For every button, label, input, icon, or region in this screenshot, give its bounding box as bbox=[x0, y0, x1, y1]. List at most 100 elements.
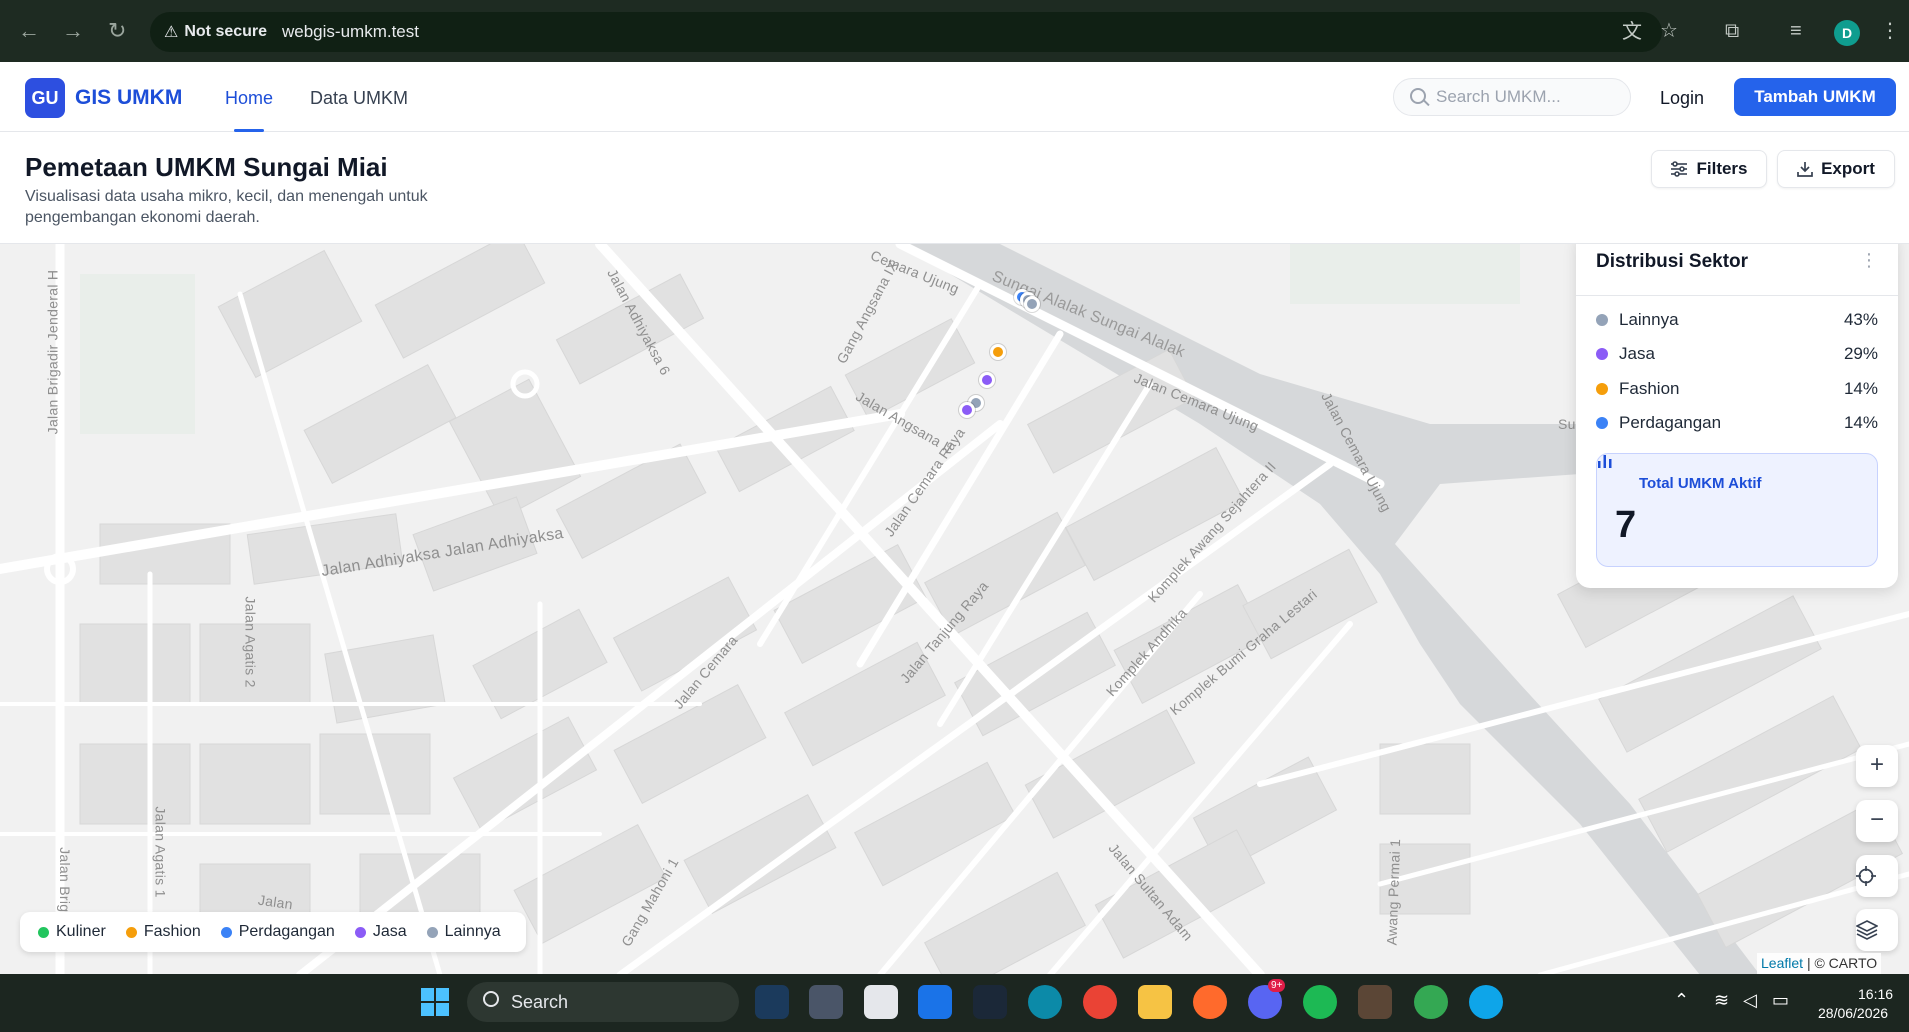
umkm-marker[interactable] bbox=[979, 372, 995, 388]
umkm-marker[interactable] bbox=[990, 344, 1006, 360]
filters-button[interactable]: Filters bbox=[1651, 150, 1767, 188]
sector-percent: 14% bbox=[1843, 413, 1878, 432]
street-label: Su bbox=[1558, 416, 1576, 432]
brand-name[interactable]: GIS UMKM bbox=[75, 86, 182, 110]
url-text[interactable]: webgis-umkm.test bbox=[282, 22, 419, 42]
browser-toolbar: ← → ↻ ⚠ Not secure webgis-umkm.test 文 ☆ … bbox=[0, 0, 1909, 62]
layers-icon bbox=[1856, 920, 1878, 940]
zoom-in-button[interactable]: + bbox=[1856, 745, 1898, 787]
add-umkm-button[interactable]: Tambah UMKM bbox=[1734, 78, 1896, 116]
app-icon[interactable] bbox=[809, 985, 843, 1019]
sector-distribution-panel: Distribusi Sektor ⋮ Lainnya 43% Jasa 29%… bbox=[1576, 244, 1898, 588]
warning-icon: ⚠ bbox=[164, 24, 179, 41]
edge-icon[interactable] bbox=[1028, 985, 1062, 1019]
address-bar[interactable]: ⚠ Not secure webgis-umkm.test 文 ☆ bbox=[150, 12, 1678, 52]
total-value: 7 bbox=[1615, 504, 1637, 546]
security-chip[interactable]: ⚠ Not secure bbox=[164, 21, 267, 43]
sector-row: Fashion 14% bbox=[1596, 378, 1878, 400]
crosshair-icon bbox=[1856, 866, 1876, 886]
park-area bbox=[80, 274, 195, 434]
file-explorer-icon[interactable] bbox=[1138, 985, 1172, 1019]
panel-title: Distribusi Sektor bbox=[1596, 251, 1749, 272]
nav-active-indicator bbox=[234, 129, 264, 132]
sector-row: Perdagangan 14% bbox=[1596, 412, 1878, 434]
taskbar-search[interactable]: Search bbox=[467, 982, 739, 1022]
windows-start-icon[interactable] bbox=[418, 985, 452, 1019]
layers-button[interactable] bbox=[1856, 909, 1898, 951]
divider bbox=[1576, 295, 1898, 296]
map-legend: Kuliner Fashion Perdagangan Jasa Lainnya bbox=[20, 912, 526, 952]
street-label: Jalan Agatis 1 bbox=[152, 806, 169, 898]
umkm-marker[interactable] bbox=[1024, 296, 1040, 312]
legend-item: Jasa bbox=[354, 923, 407, 941]
extensions-icon[interactable]: ⧉ bbox=[1725, 20, 1739, 42]
search-input[interactable] bbox=[1436, 87, 1616, 107]
wifi-icon[interactable]: ≋ bbox=[1714, 990, 1729, 1010]
back-icon[interactable]: ← bbox=[18, 19, 40, 43]
street-label: Jalan Agatis 2 bbox=[242, 596, 259, 688]
discord-icon[interactable]: 9+ bbox=[1248, 979, 1286, 1019]
legend-dot bbox=[354, 926, 366, 938]
export-label: Export bbox=[1821, 159, 1875, 178]
vscode-icon[interactable] bbox=[755, 985, 789, 1019]
sector-percent: 14% bbox=[1843, 379, 1878, 398]
search-icon bbox=[483, 991, 499, 1007]
store-icon[interactable] bbox=[864, 985, 898, 1019]
logo[interactable]: GU bbox=[25, 78, 65, 118]
nav-home[interactable]: Home bbox=[225, 88, 273, 109]
volume-icon[interactable]: ◁ bbox=[1743, 990, 1757, 1010]
sector-percent: 43% bbox=[1843, 310, 1878, 329]
total-umkm-card: Total UMKM Aktif 7 bbox=[1596, 453, 1878, 567]
translate-icon[interactable]: 文 bbox=[1622, 21, 1642, 43]
map-canvas[interactable]: Sungai Alalak Sungai Alalak Jalan Cemara… bbox=[0, 243, 1909, 974]
dropbox-icon[interactable] bbox=[918, 985, 952, 1019]
login-link[interactable]: Login bbox=[1660, 88, 1704, 109]
legend-item: Lainnya bbox=[426, 923, 501, 941]
umkm-marker[interactable] bbox=[959, 402, 975, 418]
forward-icon[interactable]: → bbox=[62, 19, 84, 43]
reload-icon[interactable]: ↻ bbox=[108, 19, 126, 43]
sector-percent: 29% bbox=[1843, 344, 1878, 363]
profile-avatar[interactable]: D bbox=[1834, 20, 1860, 46]
nav-data-umkm[interactable]: Data UMKM bbox=[310, 88, 408, 109]
page-subtitle: Visualisasi data usaha mikro, kecil, dan… bbox=[25, 188, 428, 226]
sector-name: Lainnya bbox=[1619, 310, 1679, 329]
sector-color-dot bbox=[1596, 348, 1608, 360]
panel-menu-icon[interactable]: ⋮ bbox=[1860, 251, 1878, 269]
page-title: Pemetaan UMKM Sungai Miai bbox=[25, 152, 388, 182]
filters-icon bbox=[1671, 161, 1688, 177]
chrome-profile-icon[interactable] bbox=[1414, 985, 1448, 1019]
sector-name: Jasa bbox=[1619, 344, 1655, 363]
locate-button[interactable] bbox=[1856, 855, 1898, 897]
legend-item: Fashion bbox=[125, 923, 201, 941]
zoom-out-button[interactable]: − bbox=[1856, 800, 1898, 842]
app-icon[interactable] bbox=[1469, 985, 1503, 1019]
sector-row: Jasa 29% bbox=[1596, 343, 1878, 365]
app-header: GU GIS UMKM Home Data UMKM Login Tambah … bbox=[0, 62, 1909, 132]
carto-attribution[interactable]: | © CARTO bbox=[1807, 955, 1877, 971]
bookmark-star-icon[interactable]: ☆ bbox=[1660, 20, 1678, 42]
export-button[interactable]: Export bbox=[1777, 150, 1895, 188]
bar-chart-icon bbox=[1598, 455, 1612, 468]
park-area bbox=[1290, 244, 1520, 304]
legend-dot bbox=[125, 926, 137, 938]
firefox-icon[interactable] bbox=[1193, 985, 1227, 1019]
chevron-up-icon[interactable]: ⌃ bbox=[1674, 990, 1689, 1010]
clock-date[interactable]: 28/06/2026 bbox=[1818, 1005, 1888, 1021]
battery-icon[interactable]: ▭ bbox=[1772, 990, 1789, 1010]
clock-time[interactable]: 16:16 bbox=[1858, 986, 1893, 1002]
search-box[interactable] bbox=[1393, 78, 1631, 116]
spotify-icon[interactable] bbox=[1303, 985, 1337, 1019]
chrome-icon[interactable] bbox=[1083, 985, 1117, 1019]
sector-name: Perdagangan bbox=[1619, 413, 1722, 432]
sector-row: Lainnya 43% bbox=[1596, 309, 1878, 331]
leaflet-link[interactable]: Leaflet bbox=[1761, 955, 1803, 971]
sector-color-dot bbox=[1596, 383, 1608, 395]
media-queue-icon[interactable]: ≡ bbox=[1790, 20, 1802, 42]
game-icon[interactable] bbox=[1358, 985, 1392, 1019]
legend-dot bbox=[220, 926, 232, 938]
menu-kebab-icon[interactable]: ⋮ bbox=[1880, 20, 1900, 42]
street-label: Jalan Brigadir Jenderal H bbox=[44, 269, 61, 435]
download-icon bbox=[1797, 162, 1813, 177]
steam-icon[interactable] bbox=[973, 985, 1007, 1019]
